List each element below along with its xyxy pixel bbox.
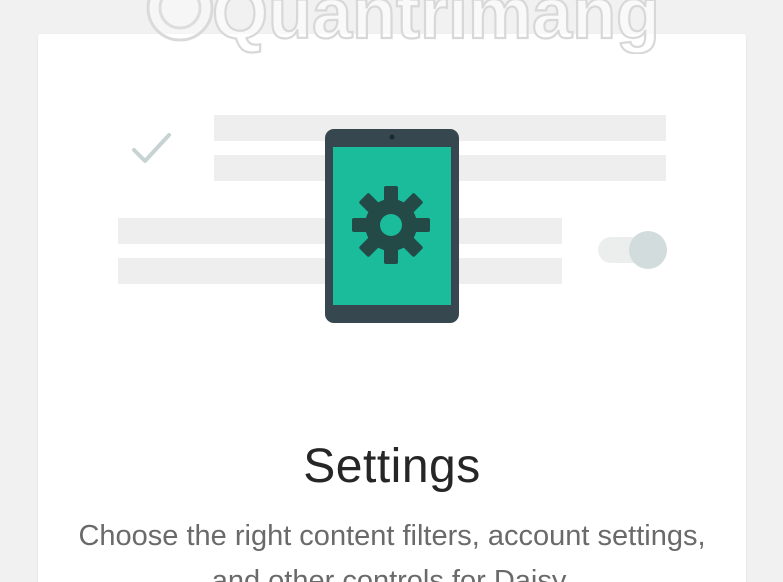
page-title: Settings (303, 440, 481, 493)
gear-icon (352, 186, 430, 264)
onboarding-screen: Settings Choose the right content filter… (0, 0, 783, 582)
checkmark-icon (132, 133, 171, 163)
page-description: Choose the right content filters, accoun… (78, 520, 706, 582)
settings-illustration (118, 115, 667, 323)
onboarding-card: Settings Choose the right content filter… (38, 34, 746, 582)
toggle-switch-icon (598, 231, 667, 269)
